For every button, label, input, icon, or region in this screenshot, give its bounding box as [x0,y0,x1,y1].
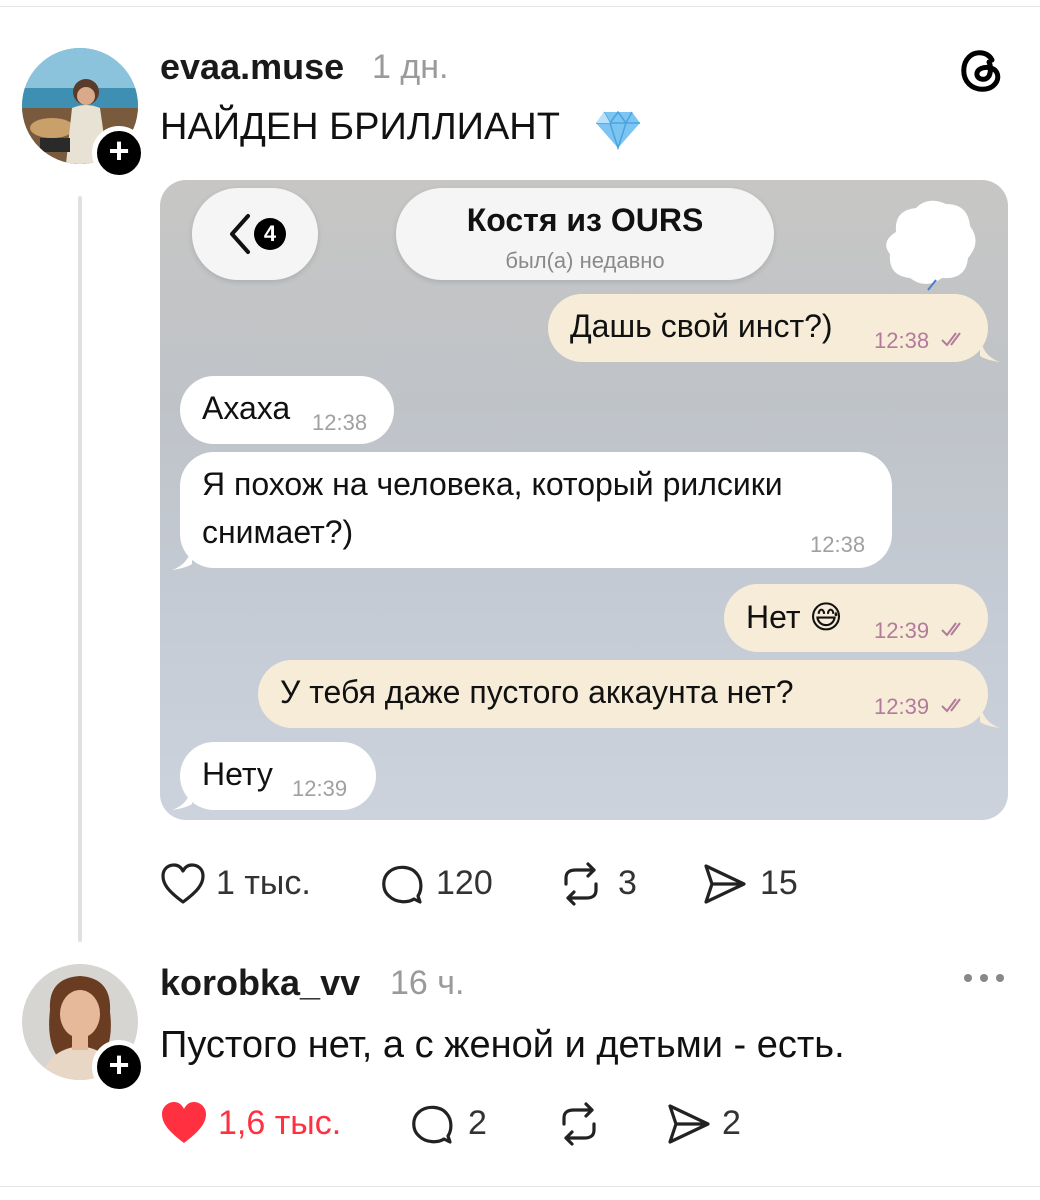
reply-button[interactable]: 120 [380,862,510,906]
threads-logo-icon[interactable] [956,44,1008,96]
message-text-line: Я похож на человека, который рилсики [202,466,783,502]
post-text: НАЙДЕН БРИЛЛИАНТ [160,106,560,149]
top-divider [0,6,1040,7]
send-icon [668,1104,710,1144]
reply-share-button[interactable]: 2 [666,1102,766,1146]
reply-like-count: 1,6 тыс. [218,1104,342,1142]
message-text: Нет 😅 [746,599,843,635]
message-bubble-outgoing: Дашь свой инст?) 12:38 [548,294,988,362]
chat-back-button: 4 [192,188,318,280]
message-time: 12:38 [810,532,866,557]
message-text: У тебя даже пустого аккаунта нет? [280,674,794,710]
share-button[interactable]: 15 [702,862,812,906]
read-ticks-icon [941,622,961,637]
follow-plus-button[interactable]: + [92,1040,146,1094]
message-time: 12:38 [874,328,930,353]
message-time: 12:39 [292,776,348,801]
diamond-emoji-icon [596,110,640,150]
chat-screenshot-image[interactable]: 4 Костя из OURS был(а) недавно Дашь свой… [160,180,1008,820]
bubble-tail [172,784,192,810]
message-time: 12:39 [874,618,930,643]
reply-reply-button[interactable]: 2 [410,1102,500,1146]
unread-count-badge: 4 [254,218,286,250]
message-bubble-incoming: Я похож на человека, который рилсики сни… [180,452,892,568]
like-button[interactable]: 1 тыс. [160,862,340,906]
bubble-tail [980,702,1000,728]
message-time: 12:38 [312,410,368,435]
heart-icon [161,863,205,904]
reply-time: 16 ч. [390,964,465,1002]
send-icon [704,864,746,904]
message-text: Нету [202,756,273,792]
chevron-left-icon [230,214,250,254]
repost-count: 3 [618,864,637,902]
chat-contact-name: Костя из OURS [466,202,704,238]
repost-button[interactable]: 3 [558,862,658,906]
post-text-content: НАЙДЕН БРИЛЛИАНТ [160,106,560,148]
message-bubble-incoming: Нету 12:39 [180,742,376,810]
blurred-avatar-icon [886,200,976,291]
message-time: 12:39 [874,694,930,719]
reply-text: Пустого нет, а с женой и детьми - есть. [160,1024,845,1066]
author-username[interactable]: evaa.muse [160,46,344,88]
message-text-line: снимает?) [202,514,354,550]
message-text: Дашь свой инст?) [570,308,833,344]
heart-filled-icon [162,1102,206,1143]
message-text: Ахаха [202,390,291,426]
more-dots-icon[interactable] [960,966,1008,990]
reply-share-count: 2 [722,1104,741,1142]
bottom-divider [0,1186,1040,1187]
repost-icon [564,862,598,906]
read-ticks-icon [941,698,961,713]
comment-icon [412,1105,453,1144]
reply-repost-button[interactable] [556,1102,616,1146]
repost-icon [562,1102,596,1146]
message-bubble-outgoing: У тебя даже пустого аккаунта нет? 12:39 [258,660,988,728]
message-bubble-incoming: Ахаха 12:38 [180,376,394,444]
reply-reply-count: 2 [468,1104,487,1142]
bubble-tail [172,544,192,570]
chat-header: Костя из OURS был(а) недавно [396,188,774,280]
message-bubble-outgoing: Нет 😅 12:39 [724,584,988,652]
thread-line [78,196,82,942]
share-count: 15 [760,864,798,902]
bubble-tail [980,336,1000,362]
comment-icon [382,865,423,904]
like-count: 1 тыс. [216,864,311,902]
reply-username[interactable]: korobka_vv [160,962,360,1004]
read-ticks-icon [941,332,961,347]
chat-contact-status: был(а) недавно [505,248,665,273]
reply-count: 120 [436,864,493,902]
reply-like-button[interactable]: 1,6 тыс. [160,1100,360,1146]
post-time: 1 дн. [372,48,449,86]
follow-plus-button[interactable]: + [92,126,146,180]
